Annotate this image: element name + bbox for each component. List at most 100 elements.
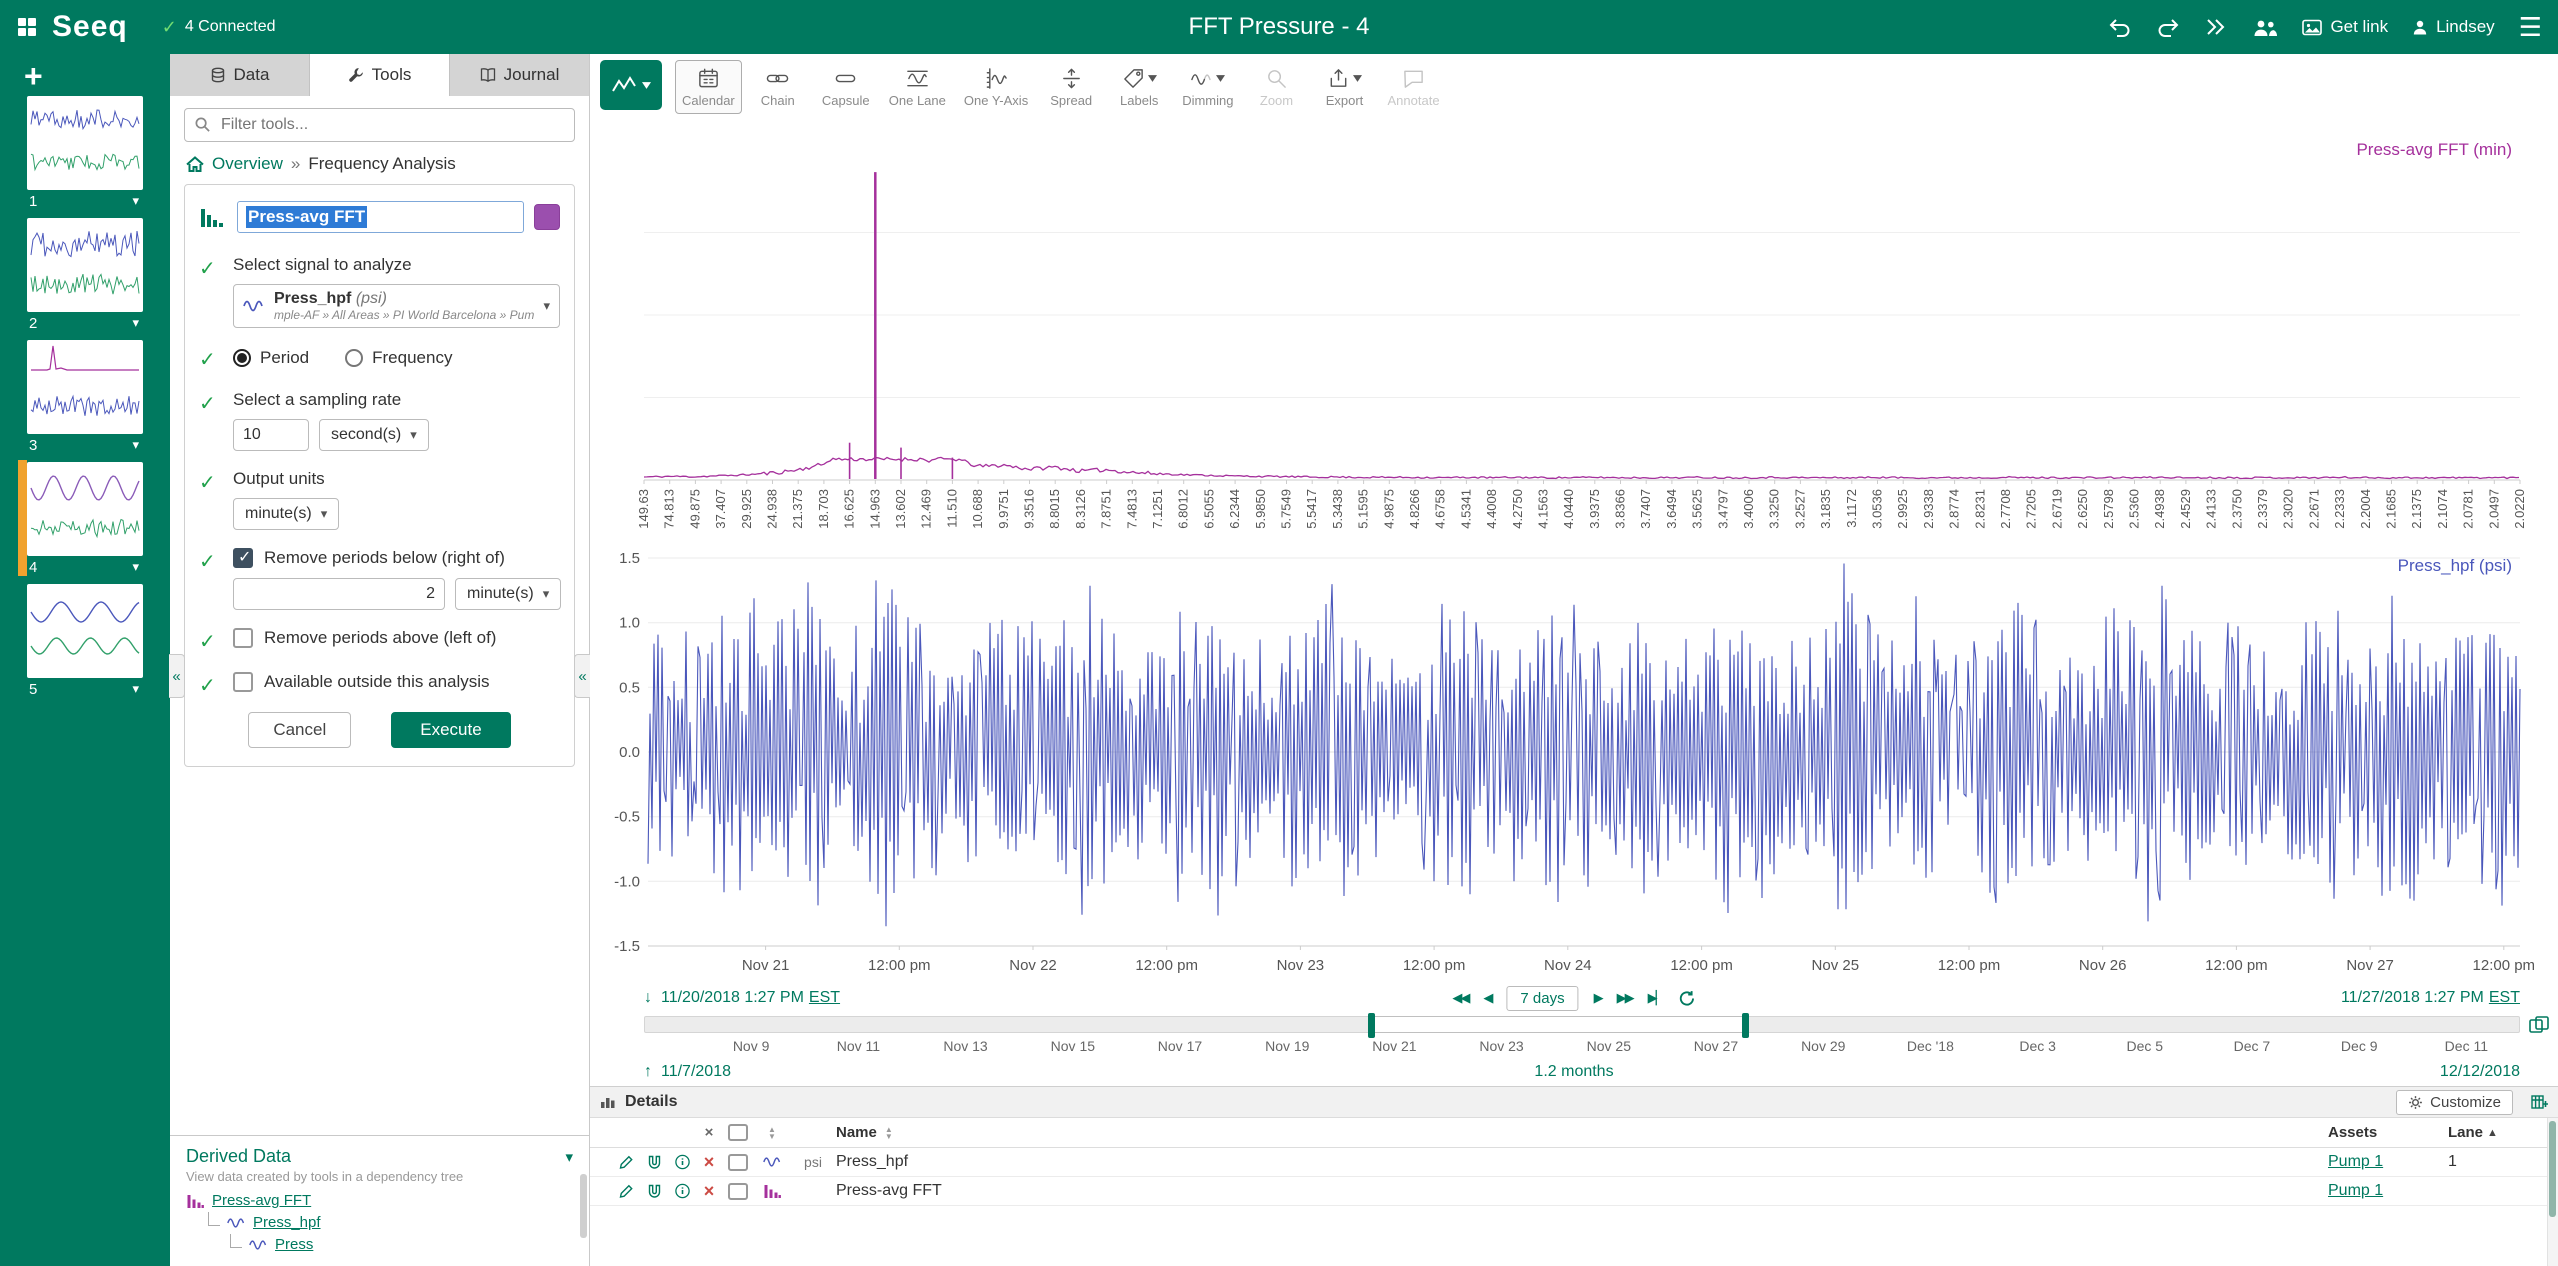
- fft-series-label[interactable]: Press-avg FFT (min): [2356, 140, 2512, 160]
- signal-series-label[interactable]: Press_hpf (psi): [2398, 556, 2512, 576]
- output-unit-dropdown[interactable]: minute(s) ▾: [233, 498, 339, 530]
- timezone-link[interactable]: EST: [2489, 989, 2520, 1006]
- main-menu-icon[interactable]: ☰: [2519, 12, 2542, 43]
- derived-item-link[interactable]: Press-avg FFT: [212, 1192, 311, 1209]
- timeline-selection[interactable]: [1371, 1016, 1746, 1033]
- asset-link[interactable]: Pump 1: [2328, 1153, 2383, 1171]
- fast-forward-icon[interactable]: ▶▶: [1617, 990, 1633, 1006]
- toolbar-button-capsule[interactable]: Capsule: [814, 60, 878, 114]
- jump-to-end-icon[interactable]: ▶▏: [1648, 990, 1664, 1006]
- color-swatch-button[interactable]: [534, 204, 560, 230]
- asset-link[interactable]: Pump 1: [2328, 1182, 2383, 1200]
- sort-icon[interactable]: ▲▼: [885, 1126, 893, 1140]
- edit-icon[interactable]: [612, 1154, 640, 1170]
- refresh-icon[interactable]: [1679, 990, 1696, 1007]
- info-icon[interactable]: [668, 1183, 696, 1199]
- jump-back-icon[interactable]: ◀◀: [1452, 990, 1468, 1006]
- details-scrollbar[interactable]: [2547, 1118, 2558, 1266]
- step-back-icon[interactable]: ◀: [1483, 990, 1491, 1006]
- add-worksheet-button[interactable]: +: [24, 60, 43, 92]
- worksheet-thumbnail-4[interactable]: 4▾: [0, 462, 170, 576]
- range-start[interactable]: ↓ 11/20/2018 1:27 PMEST: [644, 989, 840, 1007]
- scrollbar-thumb[interactable]: [2549, 1121, 2556, 1217]
- derived-item-link[interactable]: Press: [275, 1236, 313, 1253]
- date-range-icon[interactable]: [2529, 1016, 2549, 1039]
- row-checkbox[interactable]: [728, 1183, 748, 1200]
- timeline-start[interactable]: ↑ 11/7/2018: [644, 1063, 731, 1081]
- home-icon[interactable]: [186, 156, 204, 172]
- remove-icon[interactable]: ×: [696, 1181, 722, 1202]
- info-icon[interactable]: [668, 1154, 696, 1170]
- signal-select-dropdown[interactable]: Press_hpf (psi) mple-AF » All Areas » PI…: [233, 284, 560, 328]
- toolbar-button-chain[interactable]: Chain: [746, 60, 810, 114]
- sort-icon[interactable]: ▲▼: [768, 1126, 776, 1140]
- user-menu-button[interactable]: Lindsey: [2412, 17, 2495, 37]
- frequency-radio[interactable]: Frequency: [345, 348, 452, 368]
- remove-below-input[interactable]: [233, 578, 445, 610]
- tab-tools[interactable]: Tools: [310, 54, 450, 96]
- lane-column-header[interactable]: Lane: [2448, 1124, 2483, 1141]
- toolbar-button-labels[interactable]: Labels: [1107, 60, 1171, 114]
- row-checkbox[interactable]: [728, 1154, 748, 1171]
- remove-below-checkbox[interactable]: Remove periods below (right of): [233, 548, 560, 568]
- fft-chart[interactable]: 149.6374.81349.87537.40729.92524.93821.3…: [590, 118, 2558, 544]
- period-radio[interactable]: Period: [233, 348, 309, 368]
- chevron-down-icon[interactable]: ▾: [132, 193, 139, 210]
- derived-item-link[interactable]: Press_hpf: [253, 1214, 321, 1231]
- customize-button[interactable]: Customize: [2396, 1090, 2513, 1115]
- sampling-rate-input[interactable]: [233, 419, 309, 451]
- duration-button[interactable]: 7 days: [1506, 986, 1578, 1011]
- worksheet-thumbnail-1[interactable]: 1▾: [0, 96, 170, 210]
- add-column-icon[interactable]: [2531, 1095, 2548, 1110]
- magnet-icon[interactable]: [640, 1183, 668, 1199]
- view-selector-button[interactable]: [600, 60, 662, 110]
- connection-status[interactable]: ✓ 4 Connected: [162, 17, 276, 38]
- collapse-worksheets-handle[interactable]: «: [169, 654, 185, 698]
- below-unit-dropdown[interactable]: minute(s) ▾: [455, 578, 561, 610]
- remove-above-checkbox[interactable]: Remove periods above (left of): [233, 628, 560, 648]
- get-link-button[interactable]: Get link: [2302, 17, 2388, 37]
- toolbar-button-one-lane[interactable]: One Lane: [882, 60, 953, 114]
- tab-data[interactable]: Data: [170, 54, 310, 96]
- scrollbar-thumb[interactable]: [580, 1174, 587, 1238]
- signal-chart[interactable]: 1.51.00.50.0-0.5-1.0-1.5Nov 2112:00 pmNo…: [590, 546, 2558, 980]
- chevron-down-icon[interactable]: ▾: [565, 1148, 573, 1166]
- redo-button[interactable]: [2156, 17, 2180, 37]
- chevron-down-icon[interactable]: ▾: [132, 437, 139, 454]
- worksheet-thumbnail-2[interactable]: 2▾: [0, 218, 170, 332]
- range-end[interactable]: 11/27/2018 1:27 PMEST: [2341, 989, 2520, 1007]
- edit-icon[interactable]: [612, 1183, 640, 1199]
- table-row[interactable]: ×psiPress_hpfPump 11: [590, 1148, 2558, 1177]
- execute-button[interactable]: Execute: [391, 712, 510, 748]
- select-all-checkbox[interactable]: [728, 1124, 748, 1141]
- timeline-track[interactable]: [644, 1016, 2520, 1033]
- present-mode-icon[interactable]: [2204, 17, 2228, 37]
- result-name-input[interactable]: Press-avg FFT: [237, 201, 524, 233]
- undo-button[interactable]: [2108, 17, 2132, 37]
- assets-column-header[interactable]: Assets: [2328, 1124, 2377, 1141]
- users-icon[interactable]: [2252, 18, 2278, 37]
- apps-grid-icon[interactable]: [16, 16, 38, 38]
- chevron-down-icon[interactable]: ▾: [132, 559, 139, 576]
- toolbar-button-one-y-axis[interactable]: One Y-Axis: [957, 60, 1035, 114]
- table-row[interactable]: ×Press-avg FFTPump 1: [590, 1177, 2558, 1206]
- remove-all-icon[interactable]: ×: [696, 1124, 722, 1141]
- chevron-down-icon[interactable]: ▾: [132, 681, 139, 698]
- toolbar-button-spread[interactable]: Spread: [1039, 60, 1103, 114]
- timezone-link[interactable]: EST: [809, 989, 840, 1006]
- worksheet-thumbnail-3[interactable]: 3▾: [0, 340, 170, 454]
- available-outside-checkbox[interactable]: Available outside this analysis: [233, 672, 560, 692]
- magnet-icon[interactable]: [640, 1154, 668, 1170]
- tab-journal[interactable]: Journal: [450, 54, 589, 96]
- toolbar-button-export[interactable]: Export: [1313, 60, 1377, 114]
- timeline-span-label[interactable]: 1.2 months: [1534, 1063, 1613, 1081]
- name-column-header[interactable]: Name: [836, 1124, 877, 1141]
- breadcrumb-overview-link[interactable]: Overview: [212, 154, 283, 174]
- sampling-unit-dropdown[interactable]: second(s) ▾: [319, 419, 429, 451]
- toolbar-button-calendar[interactable]: Calendar: [675, 60, 742, 114]
- seeq-logo[interactable]: Seeq: [52, 10, 128, 44]
- worksheet-thumbnail-5[interactable]: 5▾: [0, 584, 170, 698]
- toolbar-button-dimming[interactable]: Dimming: [1175, 60, 1240, 114]
- search-input[interactable]: [184, 108, 575, 142]
- play-icon[interactable]: ▶: [1594, 990, 1602, 1006]
